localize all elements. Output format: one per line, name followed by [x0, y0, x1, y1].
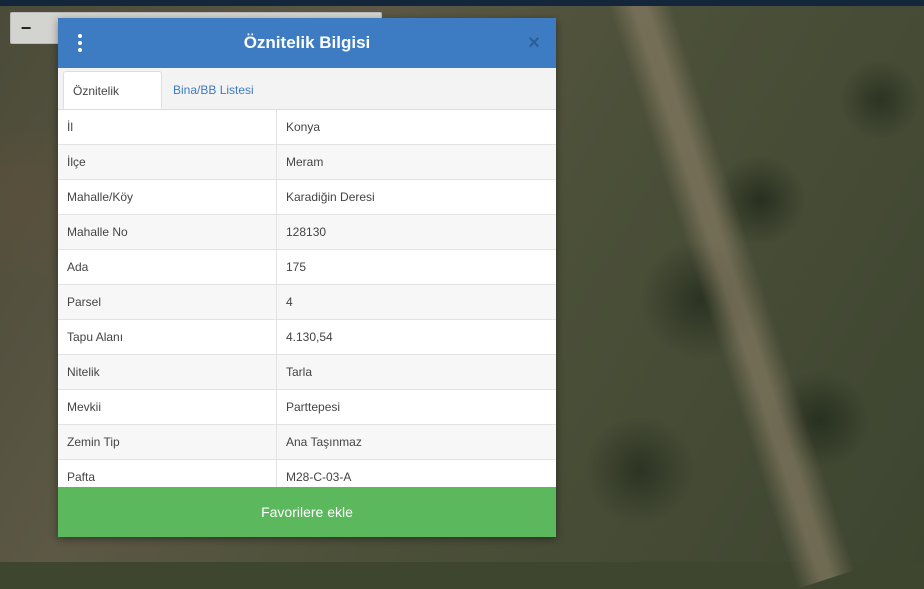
row-key: Ada [58, 250, 277, 284]
dialog-header: Öznitelik Bilgisi × [58, 18, 556, 68]
tab-building-list[interactable]: Bina/BB Listesi [164, 71, 263, 109]
row-key: Parsel [58, 285, 277, 319]
dialog-title: Öznitelik Bilgisi [243, 33, 371, 52]
table-row: İlçe Meram [58, 145, 556, 180]
row-value: Konya [286, 120, 321, 134]
attribute-info-dialog: Öznitelik Bilgisi × Öznitelik Bilgisi Bi… [58, 18, 556, 537]
table-row: Zemin Tip Ana Taşınmaz [58, 425, 556, 460]
attribute-table: İl Konya İlçe Meram Mahalle/Köy Karadiği… [58, 110, 556, 495]
row-value: Karadiğin Deresi [286, 190, 375, 204]
row-key: Mahalle No [58, 215, 277, 249]
table-row: Tapu Alanı 4.130,54 [58, 320, 556, 355]
row-value: Meram [286, 155, 324, 169]
row-value: 4 [286, 295, 293, 309]
row-key: Tapu Alanı [58, 320, 277, 354]
dialog-tabs: Öznitelik Bilgisi Bina/BB Listesi [58, 68, 556, 136]
row-key: Zemin Tip [58, 425, 277, 459]
table-row: İl Konya [58, 110, 556, 145]
table-row: Parsel 4 [58, 285, 556, 320]
row-key: İl [58, 110, 277, 144]
row-value: 175 [286, 260, 307, 274]
table-row: Mevkii Parttepesi [58, 390, 556, 425]
tab-attribute-info[interactable]: Öznitelik Bilgisi [63, 71, 162, 136]
row-value: Ana Taşınmaz [286, 435, 362, 449]
row-key: Mevkii [58, 390, 277, 424]
table-row: Ada 175 [58, 250, 556, 285]
add-to-favorites-button[interactable]: Favorilere ekle [58, 487, 556, 537]
row-value: 4.130,54 [286, 330, 333, 344]
row-key: Mahalle/Köy [58, 180, 277, 214]
table-row: Mahalle/Köy Karadiğin Deresi [58, 180, 556, 215]
zoom-out-icon[interactable]: − [11, 13, 41, 43]
table-row: Mahalle No 128130 [58, 215, 556, 250]
row-value: 128130 [286, 225, 327, 239]
row-key: Nitelik [58, 355, 277, 389]
top-bar [0, 0, 924, 6]
row-value: Tarla [286, 365, 313, 379]
row-value: Parttepesi [286, 400, 341, 414]
close-icon[interactable]: × [524, 32, 544, 54]
table-row: Nitelik Tarla [58, 355, 556, 390]
row-key: İlçe [58, 145, 277, 179]
